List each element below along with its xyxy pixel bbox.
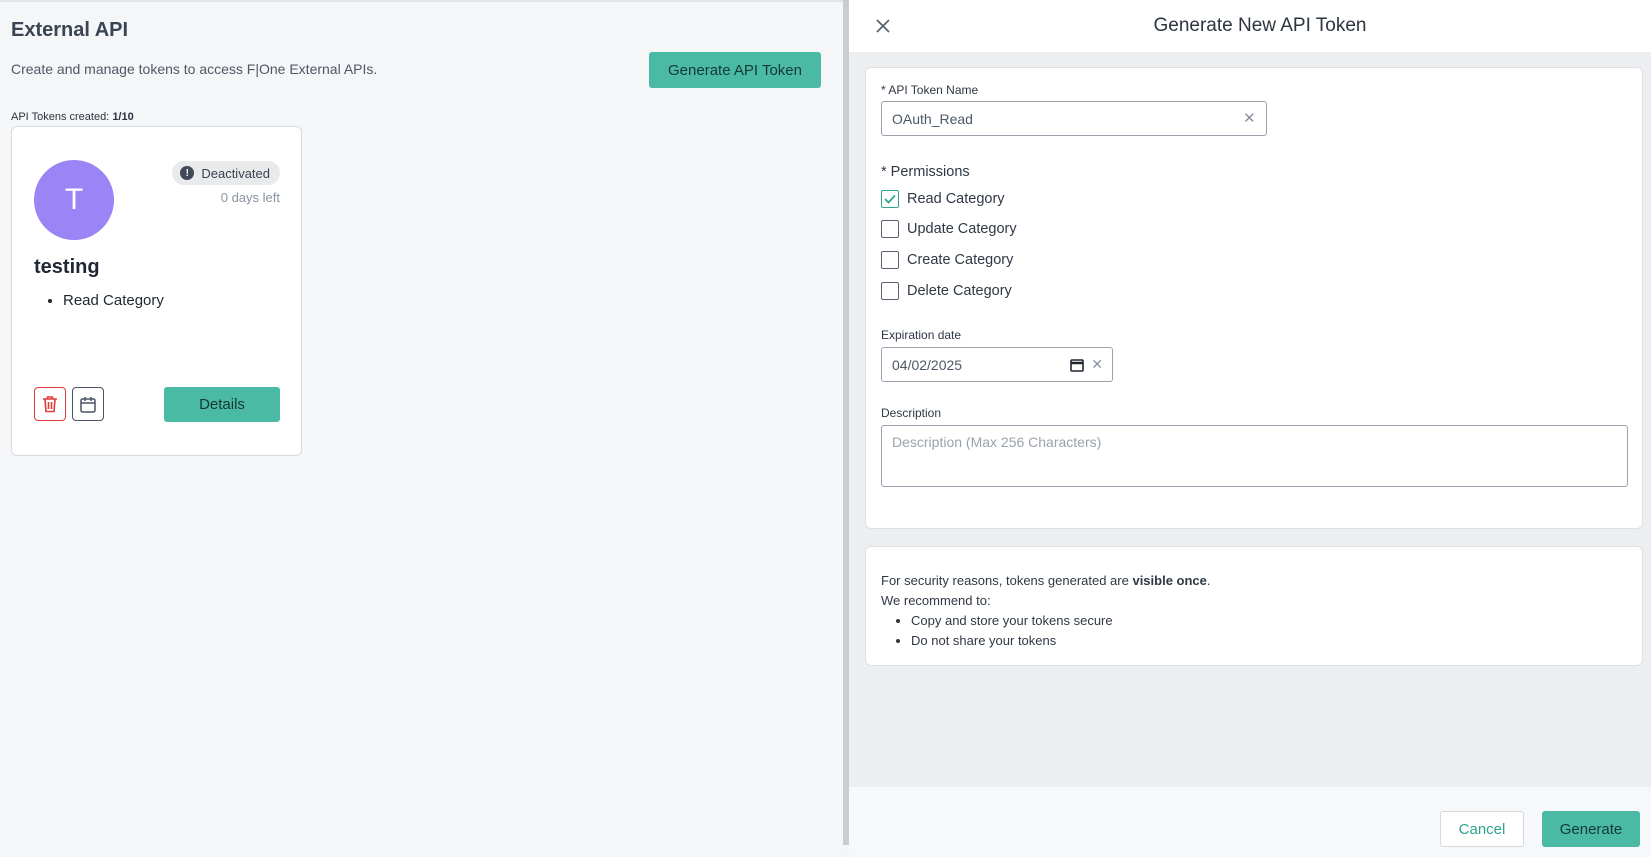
list-item: Copy and store your tokens secure [911, 613, 1113, 633]
expiration-label: Expiration date [881, 328, 962, 342]
permissions-label: * Permissions [881, 164, 970, 180]
security-notice: For security reasons, tokens generated a… [881, 573, 1211, 588]
security-notice-period: . [1206, 573, 1211, 588]
alert-icon: ! [180, 166, 195, 180]
drawer-header: Generate New API Token [849, 0, 1651, 52]
drawer-footer: Cancel Generate [849, 787, 1651, 857]
checkbox-create-category[interactable] [881, 251, 899, 269]
status-badge-label: Deactivated [201, 165, 270, 181]
external-api-page: External API Create and manage tokens to… [0, 0, 846, 857]
token-form: * API Token Name ✕ * Permissions Read Ca… [865, 67, 1643, 529]
tokens-created-label: API Tokens created: [11, 111, 110, 123]
checkbox-delete-category[interactable] [881, 282, 899, 300]
permission-read-category[interactable]: Read Category [881, 189, 1005, 209]
list-item: Read Category [63, 292, 164, 309]
clear-name-icon[interactable]: ✕ [1243, 109, 1256, 127]
details-button[interactable]: Details [164, 387, 280, 422]
token-name: testing [34, 256, 100, 278]
page-title: External API [11, 19, 129, 41]
permission-label: Create Category [907, 252, 1014, 268]
token-card: T ! Deactivated 0 days left testing Read… [11, 126, 302, 456]
tokens-created-count: API Tokens created: 1/10 [11, 111, 134, 123]
permission-create-category[interactable]: Create Category [881, 250, 1013, 270]
security-info-box: For security reasons, tokens generated a… [865, 546, 1643, 666]
avatar: T [34, 160, 114, 240]
drawer-title: Generate New API Token [1153, 15, 1367, 36]
expiration-date-input[interactable]: 04/02/2025 ✕ [881, 347, 1113, 382]
trash-icon [43, 396, 57, 413]
recommend-label: We recommend to: [881, 593, 991, 608]
permission-update-category[interactable]: Update Category [881, 219, 1017, 239]
cancel-button[interactable]: Cancel [1440, 811, 1524, 847]
generate-api-token-button[interactable]: Generate API Token [649, 52, 821, 88]
checkbox-read-category[interactable] [881, 190, 899, 208]
security-notice-text: For security reasons, tokens generated a… [881, 573, 1133, 588]
permission-label: Read Category [907, 191, 1005, 207]
recommendation-list: Copy and store your tokens secure Do not… [911, 613, 1113, 653]
status-badge: ! Deactivated [172, 161, 280, 185]
permission-delete-category[interactable]: Delete Category [881, 281, 1012, 301]
permissions-label-text: Permissions [890, 164, 970, 180]
page-subtitle: Create and manage tokens to access F|One… [11, 61, 378, 77]
tokens-created-value: 1/10 [112, 111, 134, 123]
delete-token-button[interactable] [34, 387, 66, 421]
checkbox-update-category[interactable] [881, 220, 899, 238]
token-name-input[interactable] [881, 101, 1267, 136]
token-permissions-list: Read Category [63, 292, 164, 309]
generate-token-drawer: Generate New API Token * API Token Name … [849, 0, 1651, 857]
token-name-label: * API Token Name [881, 83, 979, 97]
permission-label: Delete Category [907, 283, 1012, 299]
clear-date-icon[interactable]: ✕ [1091, 356, 1103, 373]
token-name-label-text: API Token Name [888, 83, 979, 97]
security-notice-emphasis: visible once [1132, 573, 1207, 588]
list-item: Do not share your tokens [911, 633, 1113, 653]
permission-label: Update Category [907, 221, 1017, 237]
checkmark-icon [884, 194, 896, 204]
calendar-icon [80, 396, 96, 413]
days-left: 0 days left [220, 190, 280, 205]
expiration-date-value: 04/02/2025 [892, 356, 963, 373]
description-textarea[interactable] [881, 425, 1628, 487]
calendar-icon[interactable] [1070, 358, 1084, 372]
calendar-button[interactable] [72, 387, 104, 421]
description-label: Description [881, 406, 942, 420]
generate-button[interactable]: Generate [1542, 811, 1640, 847]
